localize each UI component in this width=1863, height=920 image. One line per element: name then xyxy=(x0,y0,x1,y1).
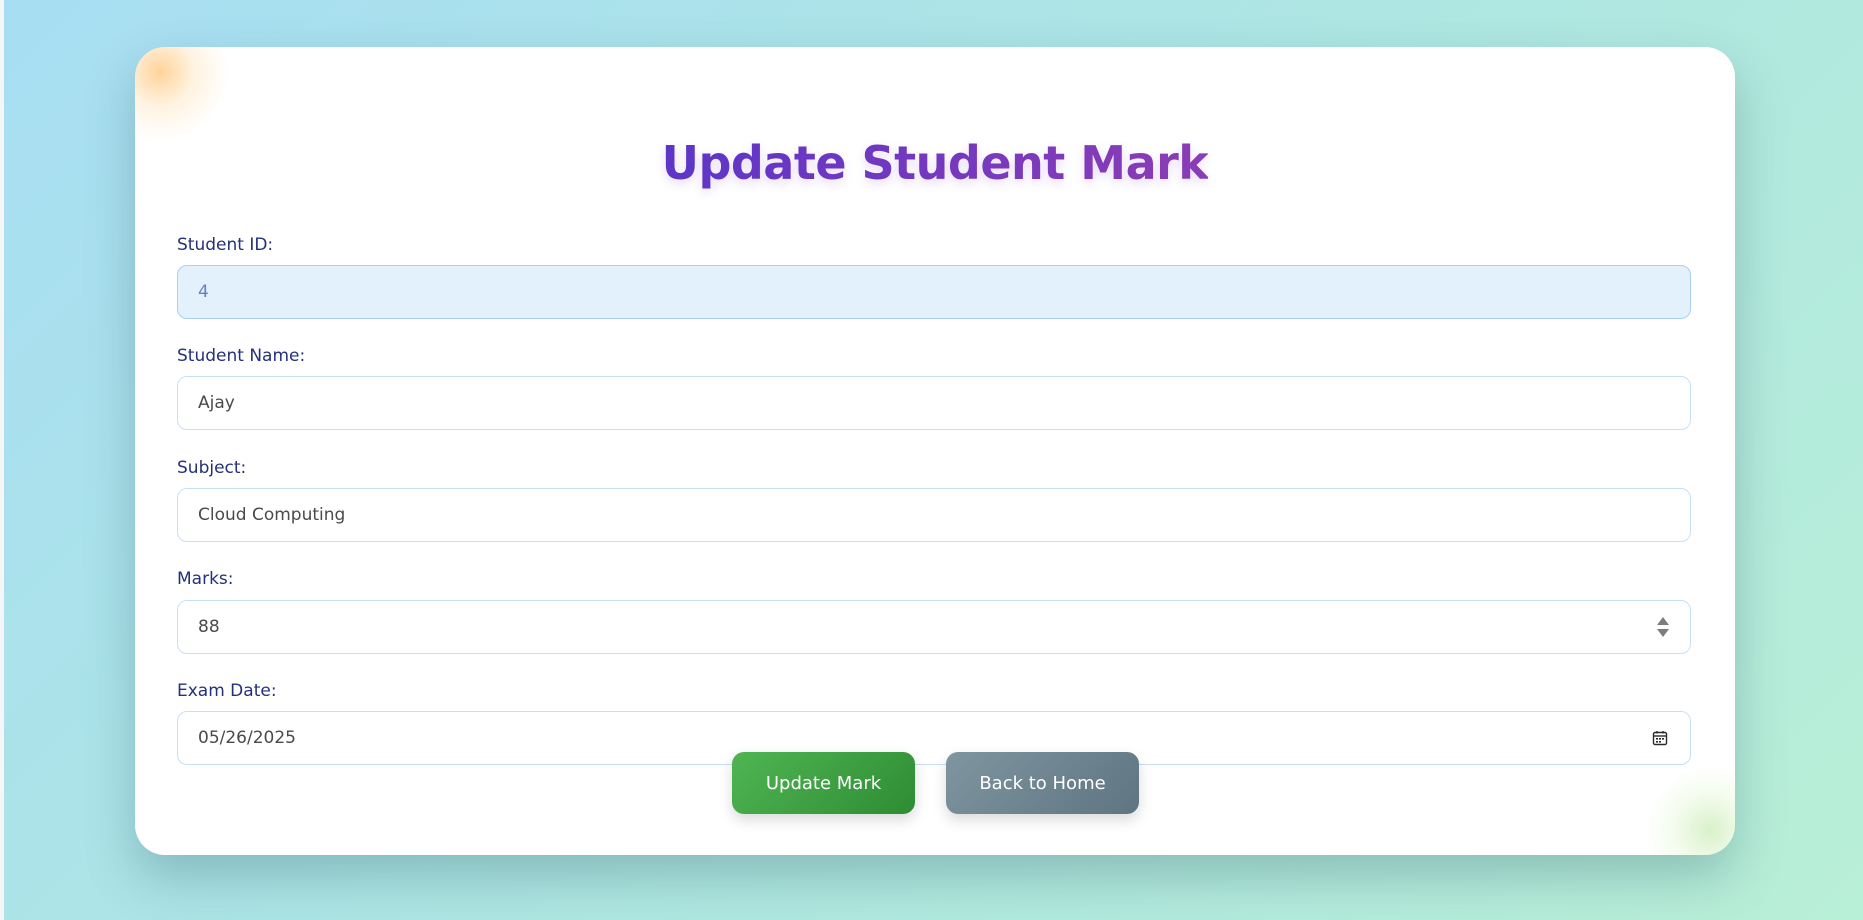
student-id-field[interactable]: 4 xyxy=(177,265,1691,319)
subject-field[interactable]: Cloud Computing xyxy=(177,488,1691,542)
exam-date-value: 05/26/2025 xyxy=(198,728,296,748)
marks-value: 88 xyxy=(198,617,220,637)
student-id-label: Student ID: xyxy=(177,235,274,255)
subject-value: Cloud Computing xyxy=(198,505,346,525)
exam-date-label: Exam Date: xyxy=(177,681,277,701)
marks-label: Marks: xyxy=(177,569,234,589)
page-edge xyxy=(0,0,4,920)
page-title: Update Student Mark xyxy=(135,133,1735,193)
update-form-card: Update Student Mark Student ID: 4 Studen… xyxy=(135,47,1735,855)
update-mark-button[interactable]: Update Mark xyxy=(732,752,915,814)
student-name-field[interactable]: Ajay xyxy=(177,376,1691,430)
student-name-value: Ajay xyxy=(198,393,235,413)
stepper-down-icon[interactable] xyxy=(1657,629,1669,637)
back-to-home-button[interactable]: Back to Home xyxy=(946,752,1139,814)
stepper-arrows-icon[interactable] xyxy=(1656,617,1670,637)
stepper-up-icon[interactable] xyxy=(1657,617,1669,625)
calendar-icon[interactable] xyxy=(1652,730,1668,746)
student-id-value: 4 xyxy=(198,282,209,302)
exam-date-field[interactable]: 05/26/2025 xyxy=(177,711,1691,765)
marks-stepper[interactable]: 88 xyxy=(177,600,1691,654)
page-title-text: Update Student Mark xyxy=(661,136,1209,190)
decorative-glow-top-left xyxy=(135,47,230,142)
student-name-label: Student Name: xyxy=(177,346,306,366)
subject-label: Subject: xyxy=(177,458,247,478)
decorative-glow-bottom-right xyxy=(1645,765,1735,855)
